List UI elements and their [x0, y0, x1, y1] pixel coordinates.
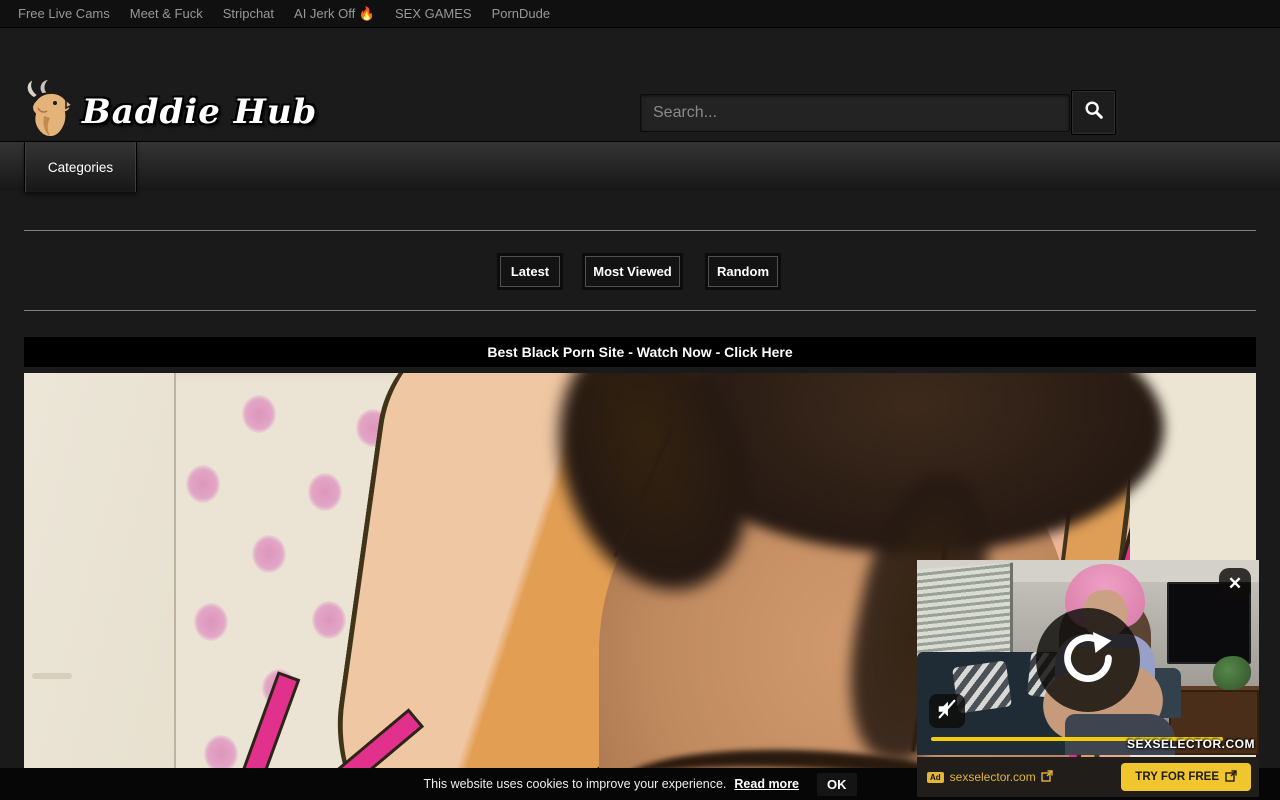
polka-dot [252, 535, 286, 573]
wall-seam [174, 373, 176, 800]
text-ad-banner[interactable]: Best Black Porn Site - Watch Now - Click… [24, 337, 1256, 367]
ad-info-bar: Ad sexselector.com TRY FOR FREE [917, 757, 1259, 797]
page: Free Live Cams Meet & Fuck Stripchat AI … [0, 0, 1280, 800]
wall-left [24, 373, 176, 800]
ad-cta-label: TRY FOR FREE [1135, 771, 1219, 783]
topbar-link-meet-and-fuck[interactable]: Meet & Fuck [120, 0, 213, 28]
polka-dot [186, 465, 220, 503]
ad-video-thumbnail[interactable]: ✕ SEXSELECTOR.COM [917, 560, 1259, 755]
header: Baddie Hub [0, 28, 1280, 141]
divider-bottom [24, 310, 1256, 311]
site-title: Baddie Hub [82, 92, 317, 132]
ad-site-label: sexselector.com [950, 770, 1036, 784]
cookie-ok-button[interactable]: OK [817, 773, 857, 796]
topbar-link-sex-games[interactable]: SEX GAMES [385, 0, 482, 28]
banner-link[interactable]: Best Black Porn Site - Watch Now - Click… [487, 344, 792, 360]
search-icon [1083, 99, 1105, 126]
polka-dot [312, 601, 346, 639]
cookie-read-more-link[interactable]: Read more [734, 777, 799, 791]
wall-mark [32, 673, 72, 679]
ad-close-button[interactable]: ✕ [1219, 568, 1251, 600]
ad-badge: Ad [927, 772, 944, 783]
polka-dot [308, 473, 342, 511]
mute-button[interactable] [929, 694, 965, 728]
polka-dot [194, 603, 228, 641]
tab-latest[interactable]: Latest [500, 256, 560, 287]
replay-button[interactable] [1036, 608, 1140, 712]
video-ad-overlay: ✕ SEXSELECTOR.COM Ad sexselector.com [917, 560, 1259, 797]
topbar-link-porndude[interactable]: PornDude [482, 0, 561, 28]
close-icon: ✕ [1228, 574, 1242, 594]
goat-logo-icon [22, 78, 76, 145]
cookie-message: This website uses cookies to improve you… [423, 777, 726, 791]
main-nav: Categories [0, 141, 1280, 191]
tab-most-viewed[interactable]: Most Viewed [585, 256, 680, 287]
polka-dot [242, 395, 276, 433]
topbar-link-free-live-cams[interactable]: Free Live Cams [8, 0, 120, 28]
divider-top [24, 230, 1256, 231]
topbar-link-stripchat[interactable]: Stripchat [213, 0, 284, 28]
ad-cta-button[interactable]: TRY FOR FREE [1121, 763, 1251, 791]
topbar-link-ai-jerk-off[interactable]: AI Jerk Off 🔥 [284, 0, 385, 28]
muted-speaker-icon [936, 698, 958, 725]
site-logo[interactable]: Baddie Hub [22, 78, 317, 145]
external-link-icon [1225, 770, 1237, 785]
tab-random[interactable]: Random [708, 256, 778, 287]
search-input[interactable] [640, 94, 1070, 132]
ad-watermark: SEXSELECTOR.COM [1127, 737, 1255, 751]
external-link-icon [1041, 770, 1053, 785]
replay-icon [1057, 627, 1119, 694]
nav-item-categories[interactable]: Categories [24, 142, 137, 192]
search-button[interactable] [1071, 90, 1116, 135]
topbar: Free Live Cams Meet & Fuck Stripchat AI … [0, 0, 1280, 28]
ad-site-link[interactable]: sexselector.com [950, 770, 1053, 785]
ad-plant [1213, 656, 1251, 690]
